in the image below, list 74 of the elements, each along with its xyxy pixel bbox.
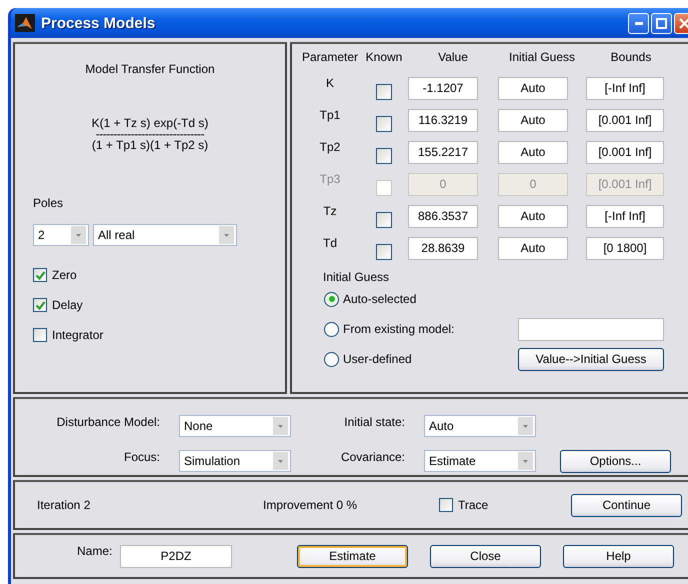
parameter-name: Td [322, 236, 338, 250]
initial-guess-field[interactable]: Auto [498, 140, 568, 164]
initial-guess-field[interactable]: Auto [498, 108, 568, 132]
column-header: Initial Guess [508, 50, 576, 66]
parameter-name: Tp2 [318, 140, 342, 154]
bounds-field[interactable]: [-Inf Inf] [586, 76, 664, 100]
column-header: Value [437, 50, 469, 66]
bounds-field[interactable]: [0 1800] [586, 236, 664, 260]
numerator-text: K(1 + Tz s) exp(-Td s) [92, 116, 208, 131]
fraction-line: ------------------------------- [96, 131, 204, 138]
value-field[interactable]: 116.3219 [408, 108, 478, 132]
name-label: Name: [77, 544, 114, 558]
initial-guess-radio[interactable]: From existing model: [324, 322, 454, 336]
name-field[interactable]: P2DZ [120, 544, 232, 568]
value-field[interactable]: 155.2217 [408, 140, 478, 164]
focus-dropdown[interactable]: Simulation [179, 450, 291, 472]
maximize-icon [656, 18, 667, 28]
parameter-name: Tp1 [318, 108, 342, 122]
window-title: Process Models [41, 14, 156, 32]
value-to-initial-guess-button[interactable]: Value-->Initial Guess [518, 348, 664, 370]
column-header: Parameter [302, 50, 360, 66]
options-button[interactable]: Options... [560, 450, 671, 473]
value-field[interactable]: -1.1207 [408, 76, 478, 100]
value-field[interactable]: 886.3537 [408, 204, 478, 228]
disturbance-model-label: Disturbance Model: [56, 414, 160, 429]
bounds-field[interactable]: [-Inf Inf] [586, 204, 664, 228]
iteration-text: Iteration 2 [37, 498, 92, 512]
initial-guess-field[interactable]: Auto [498, 76, 568, 100]
bounds-field[interactable]: [0.001 Inf] [586, 140, 664, 164]
disturbance-model-dropdown[interactable]: None [179, 415, 291, 438]
known-checkbox[interactable] [376, 244, 392, 260]
checkmark-icon [34, 270, 46, 280]
close-icon [679, 18, 688, 28]
focus-label: Focus: [122, 448, 160, 464]
known-checkbox[interactable] [376, 116, 392, 132]
pole-count-dropdown[interactable]: 2 [33, 224, 89, 246]
option-checkbox[interactable]: Integrator [33, 320, 267, 350]
pole-type-dropdown[interactable]: All real [93, 224, 237, 246]
known-checkbox[interactable] [376, 212, 392, 228]
column-header: Bounds [610, 50, 652, 66]
known-checkbox[interactable] [376, 84, 392, 100]
trace-checkbox[interactable]: Trace [439, 490, 571, 520]
continue-button[interactable]: Continue [571, 494, 682, 516]
dialog-button[interactable]: Estimate [297, 544, 408, 568]
dialog-button[interactable]: Close [430, 544, 541, 568]
option-checkbox[interactable]: Delay [33, 290, 267, 320]
poles-label: Poles [33, 196, 64, 210]
parameter-name: Tz [322, 204, 338, 218]
minimize-icon [634, 22, 642, 24]
transfer-function-title: Model Transfer Function [84, 62, 216, 76]
checkmark-icon [34, 300, 46, 310]
value-field[interactable]: 28.8639 [408, 236, 478, 260]
dialog-button[interactable]: Help [563, 544, 674, 568]
option-checkbox[interactable]: Zero [33, 260, 267, 290]
initial-guess-field[interactable]: Auto [498, 204, 568, 228]
initial-state-dropdown[interactable]: Auto [424, 415, 536, 438]
parameter-name: Tp3 [318, 172, 342, 186]
minimize-button[interactable] [628, 12, 649, 34]
covariance-dropdown[interactable]: Estimate [424, 450, 536, 472]
denominator-text: (1 + Tp1 s)(1 + Tp2 s) [92, 138, 208, 153]
existing-model-field[interactable] [518, 318, 664, 340]
covariance-label: Covariance: [340, 448, 405, 464]
initial-state-label: Initial state: [343, 414, 405, 429]
initial-guess-radio[interactable]: Auto-selected [324, 292, 416, 306]
parameter-name: K [324, 76, 335, 90]
initial-guess-radio[interactable]: User-defined [324, 352, 412, 366]
app-logo-icon [15, 14, 35, 32]
improvement-text: Improvement 0 % [263, 498, 358, 512]
initial-guess-label: Initial Guess [323, 270, 390, 284]
initial-guess-field[interactable]: Auto [498, 236, 568, 260]
column-header: Known [364, 50, 404, 66]
maximize-button[interactable] [651, 12, 672, 34]
known-checkbox[interactable] [376, 148, 392, 164]
bounds-field[interactable]: [0.001 Inf] [586, 108, 664, 132]
